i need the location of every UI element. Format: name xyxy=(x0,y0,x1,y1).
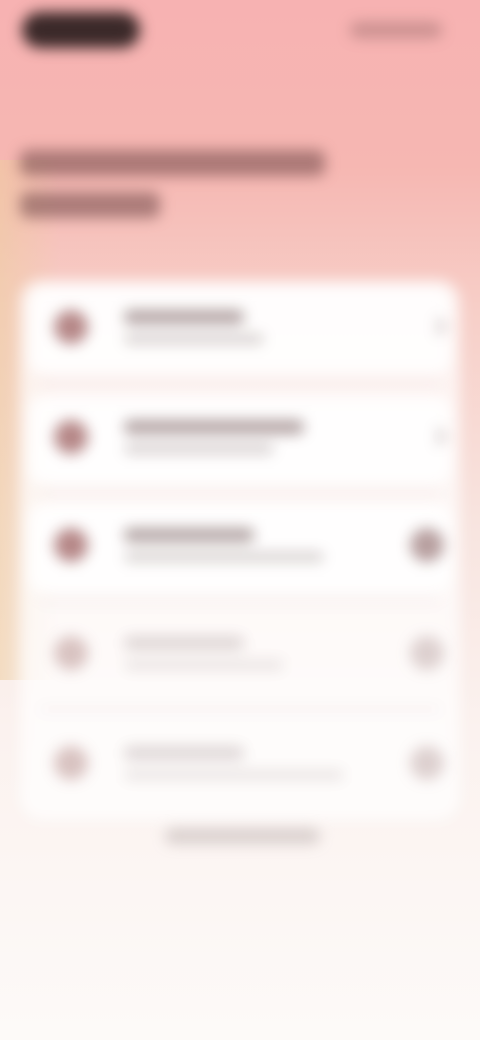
row-title xyxy=(124,310,244,324)
row-title xyxy=(124,420,304,434)
row-subtitle xyxy=(124,770,344,780)
title-line-2 xyxy=(20,192,160,218)
row-subtitle xyxy=(124,660,284,670)
row-title xyxy=(124,528,254,542)
list-item[interactable] xyxy=(20,606,460,706)
page-title xyxy=(20,150,340,234)
row-subtitle xyxy=(124,552,324,562)
back-button[interactable] xyxy=(22,12,140,48)
divider xyxy=(40,382,440,384)
settings-icon xyxy=(54,528,88,562)
title-line-1 xyxy=(20,150,325,176)
list-item[interactable] xyxy=(20,716,460,816)
divider xyxy=(40,492,440,494)
settings-icon xyxy=(54,746,88,780)
chevron-right-icon xyxy=(428,427,447,446)
row-title xyxy=(124,636,244,650)
list-item[interactable] xyxy=(20,390,460,490)
divider xyxy=(40,708,440,710)
blurred-screen xyxy=(0,0,480,1040)
chevron-right-icon xyxy=(428,317,447,336)
toggle-switch[interactable] xyxy=(410,636,444,670)
divider xyxy=(40,600,440,602)
row-title xyxy=(124,746,244,760)
toggle-switch[interactable] xyxy=(410,528,444,562)
row-subtitle xyxy=(124,334,264,344)
settings-icon xyxy=(54,420,88,454)
toggle-switch[interactable] xyxy=(410,746,444,780)
footer-link[interactable] xyxy=(165,828,320,844)
more-options-button[interactable] xyxy=(350,22,442,38)
settings-icon xyxy=(54,310,88,344)
settings-icon xyxy=(54,636,88,670)
row-subtitle xyxy=(124,444,274,454)
list-item[interactable] xyxy=(20,280,460,380)
list-item[interactable] xyxy=(20,498,460,598)
